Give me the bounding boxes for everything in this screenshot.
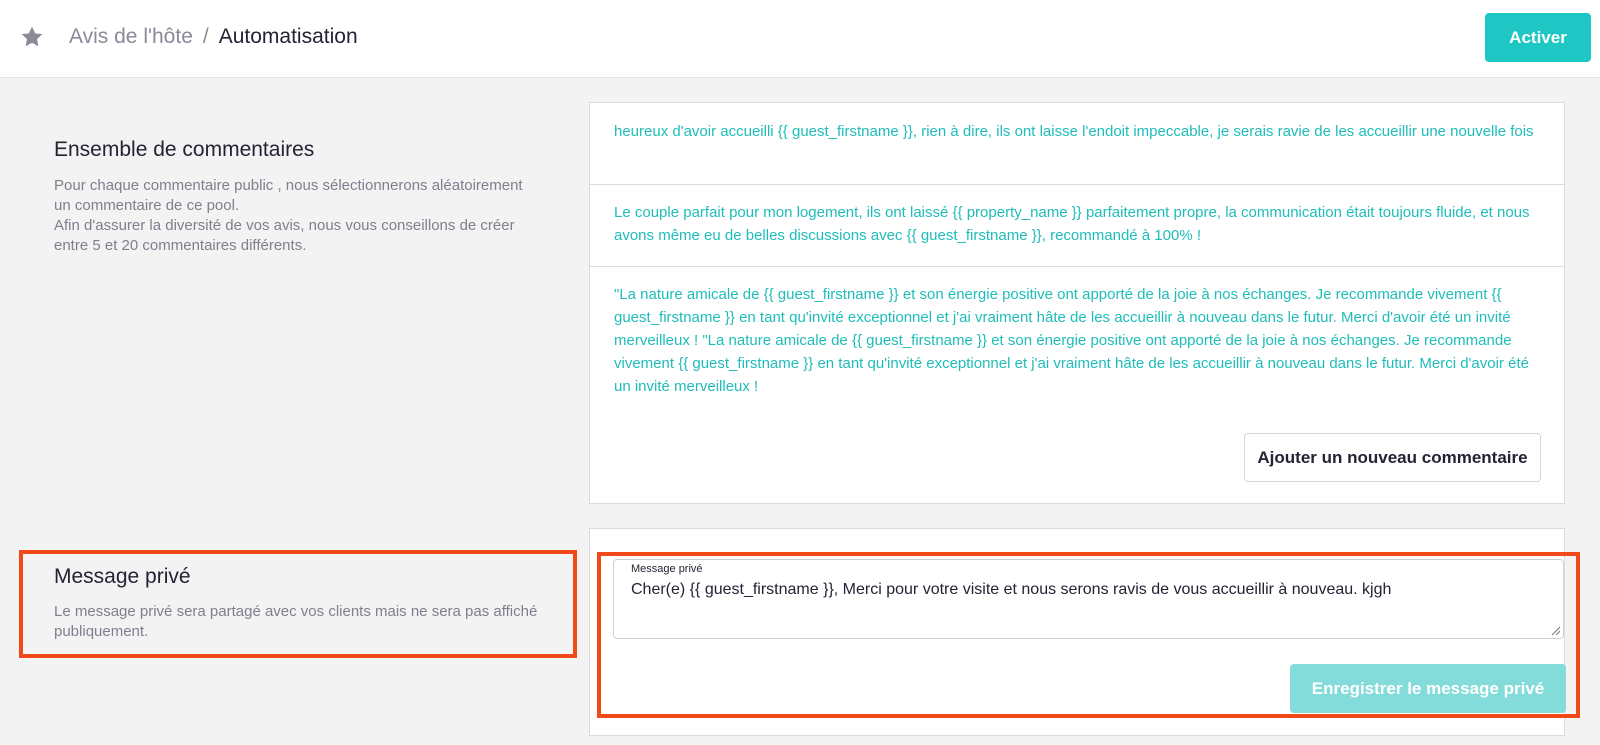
private-message-textarea[interactable]: Cher(e) {{ guest_firstname }}, Merci pou…: [631, 579, 1531, 629]
private-message-field-label: Message privé: [631, 563, 703, 575]
activate-button[interactable]: Activer: [1485, 13, 1591, 62]
private-section-title: Message privé: [54, 565, 191, 588]
add-comment-button[interactable]: Ajouter un nouveau commentaire: [1244, 433, 1541, 482]
breadcrumb-separator: /: [202, 25, 209, 48]
save-private-message-button[interactable]: Enregistrer le message privé: [1290, 664, 1566, 713]
comments-section-title: Ensemble de commentaires: [54, 138, 315, 161]
top-bar: Avis de l'hôte / Automatisation Activer: [0, 0, 1600, 78]
private-message-field[interactable]: Message privé Cher(e) {{ guest_firstname…: [613, 559, 1564, 639]
private-section-description: Le message privé sera partagé avec vos c…: [54, 603, 538, 640]
comment-item[interactable]: "La nature amicale de {{ guest_firstname…: [590, 267, 1564, 417]
comments-description-line1: Pour chaque commentaire public , nous sé…: [54, 177, 523, 214]
breadcrumb-parent-link[interactable]: Avis de l'hôte: [69, 25, 193, 48]
breadcrumb-current: Automatisation: [218, 25, 358, 48]
comment-item[interactable]: Le couple parfait pour mon logement, ils…: [590, 185, 1564, 267]
private-message-panel: Message privé Cher(e) {{ guest_firstname…: [589, 528, 1566, 736]
comments-panel: heureux d'avoir accueilli {{ guest_first…: [589, 102, 1565, 504]
star-icon[interactable]: [19, 24, 45, 50]
breadcrumb: Avis de l'hôte / Automatisation: [69, 24, 358, 50]
comment-item[interactable]: heureux d'avoir accueilli {{ guest_first…: [590, 103, 1564, 185]
comments-description-line2: Afin d'assurer la diversité de vos avis,…: [54, 217, 515, 254]
resize-handle-icon[interactable]: [1551, 626, 1561, 636]
comments-section-description: Pour chaque commentaire public , nous sé…: [54, 176, 534, 256]
